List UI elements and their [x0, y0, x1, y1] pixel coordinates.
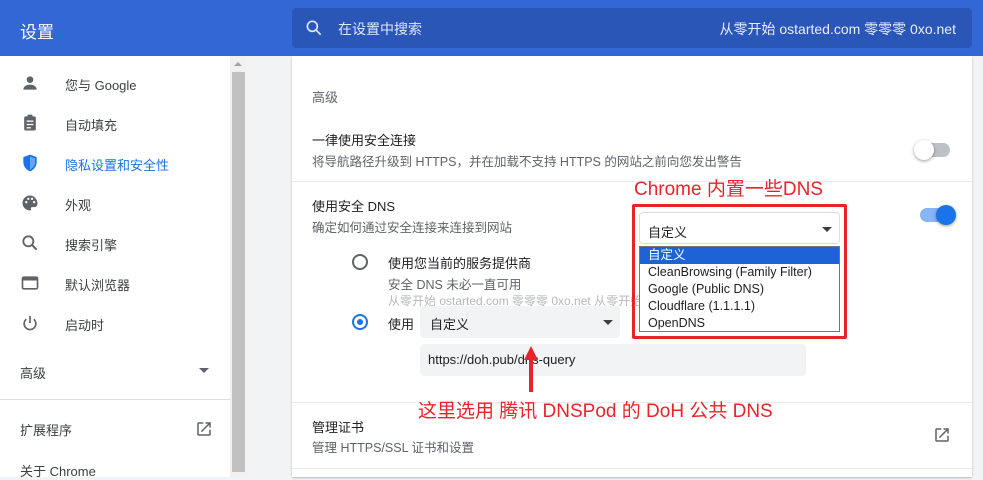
always-https-subtitle: 将导航路径升级到 HTTPS，并在加载不支持 HTTPS 的网站之前向您发出警告: [312, 155, 742, 169]
secure-dns-subtitle: 确定如何通过安全连接来连接到网站: [312, 221, 513, 235]
annotation-label-dnspod: 这里选用 腾讯 DNSPod 的 DoH 公共 DNS: [418, 401, 773, 422]
chevron-down-icon: [603, 320, 613, 325]
search-box[interactable]: 在设置中搜索 从零开始 ostarted.com 零零零 0xo.net: [292, 8, 972, 48]
power-icon: [23, 315, 37, 331]
sidebar-item-extensions[interactable]: 扩展程序: [20, 420, 72, 439]
annotation-label-builtin-dns: Chrome 内置一些DNS: [634, 179, 823, 200]
sidebar-item-label: 搜索引擎: [65, 238, 118, 253]
always-https-toggle[interactable]: [914, 140, 950, 160]
sidebar-item-label: 自动填充: [65, 118, 118, 133]
sidebar-item-label: 外观: [65, 198, 92, 213]
sidebar: 您与 Google 自动填充 隐私设置和安全性 外观 搜索引擎 默认浏览器 启动…: [0, 56, 230, 480]
divider: [292, 468, 972, 469]
arrow-up-icon: [524, 346, 538, 392]
sidebar-item-label: 默认浏览器: [65, 278, 131, 293]
secure-dns-toggle[interactable]: [920, 205, 956, 225]
palette-icon: [22, 195, 38, 211]
radio-custom-provider[interactable]: [352, 314, 368, 330]
custom-dns-url-input[interactable]: https://doh.pub/dns-query: [420, 344, 806, 376]
search-icon: [306, 20, 322, 36]
radio-dot: [357, 319, 363, 325]
sidebar-item-search-engine[interactable]: 搜索引擎: [0, 223, 230, 263]
sidebar-advanced-toggle[interactable]: 高级: [20, 363, 46, 382]
search-icon: [22, 235, 38, 251]
clipboard-icon: [24, 114, 36, 131]
custom-dns-url-value[interactable]: https://doh.pub/dns-query: [428, 352, 575, 367]
app-title: 设置: [20, 23, 54, 42]
search-input[interactable]: 在设置中搜索: [338, 19, 422, 39]
sidebar-item-on-startup[interactable]: 启动时: [0, 303, 230, 343]
radio-current-provider[interactable]: [352, 254, 368, 270]
person-icon: [23, 76, 37, 90]
radio-custom-provider-label: 使用: [388, 317, 415, 332]
chevron-down-icon[interactable]: [199, 368, 209, 373]
annotation-highlight-box: [632, 204, 847, 339]
section-title: 高级: [312, 90, 339, 105]
secure-dns-title: 使用安全 DNS: [312, 199, 396, 214]
open-in-new-icon[interactable]: [195, 420, 213, 438]
sidebar-item-privacy[interactable]: 隐私设置和安全性: [0, 143, 230, 183]
radio-current-provider-sublabel: 安全 DNS 未必一直可用: [388, 278, 522, 292]
certificates-title: 管理证书: [312, 420, 365, 435]
watermark-text: 从零开始 ostarted.com 零零零 0xo.net: [719, 21, 956, 37]
certificates-subtitle: 管理 HTTPS/SSL 证书和设置: [312, 441, 475, 455]
sidebar-item-appearance[interactable]: 外观: [0, 183, 230, 223]
toggle-knob: [914, 140, 934, 160]
toggle-knob: [936, 205, 956, 225]
divider: [0, 399, 230, 400]
sidebar-item-you-and-google[interactable]: 您与 Google: [0, 63, 230, 103]
sidebar-item-about-chrome[interactable]: 关于 Chrome: [20, 461, 96, 480]
dns-provider-select[interactable]: 自定义: [420, 306, 620, 338]
radio-current-provider-label: 使用您当前的服务提供商: [388, 256, 532, 271]
sidebar-item-default-browser[interactable]: 默认浏览器: [0, 263, 230, 303]
top-bar: 设置 在设置中搜索 从零开始 ostarted.com 零零零 0xo.net: [0, 0, 983, 56]
open-in-new-icon[interactable]: [933, 426, 951, 444]
sidebar-item-label: 您与 Google: [65, 78, 137, 93]
sidebar-item-label: 启动时: [65, 318, 105, 333]
sidebar-item-label: 隐私设置和安全性: [65, 158, 170, 173]
divider: [292, 181, 972, 182]
shield-icon: [23, 154, 37, 172]
browser-icon: [21, 276, 39, 290]
always-https-title: 一律使用安全连接: [312, 133, 417, 148]
scrollbar-thumb[interactable]: [232, 72, 245, 472]
sidebar-item-autofill[interactable]: 自动填充: [0, 103, 230, 143]
dns-provider-select-value: 自定义: [430, 317, 470, 332]
scroll-up-arrow-icon[interactable]: [234, 62, 242, 66]
